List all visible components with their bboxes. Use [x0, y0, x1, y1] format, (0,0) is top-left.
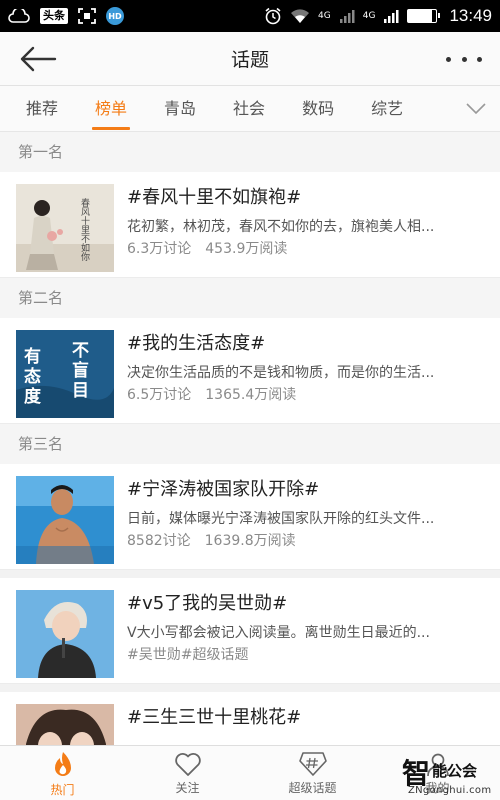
watermark-logo: 智 能公会 ZNgonghui.com: [402, 752, 494, 798]
svg-text:态: 态: [24, 366, 41, 387]
signal-icon-2: [384, 10, 399, 23]
svg-text:不: 不: [72, 341, 89, 361]
nav-follow[interactable]: 关注: [125, 746, 250, 800]
tab-variety[interactable]: 综艺: [371, 86, 403, 132]
section-divider: [0, 570, 500, 578]
hashtag-icon: [298, 752, 327, 776]
svg-text:有: 有: [24, 346, 41, 367]
topic-item-3[interactable]: #宁泽涛被国家队开除# 日前，媒体曝光宁泽涛被国家队开除的红头文件... 858…: [0, 464, 500, 570]
battery-icon: [407, 9, 441, 23]
wifi-icon: [291, 9, 310, 23]
battery-level: [408, 10, 433, 22]
tab-recommend[interactable]: 推荐: [26, 86, 58, 132]
news-app-badge: 头条: [40, 8, 68, 24]
nav-hot[interactable]: 热门: [0, 746, 125, 800]
rank-label-1: 第一名: [0, 132, 500, 172]
nav-super-topic[interactable]: 超级话题: [250, 746, 375, 800]
topic-tags-4: #吴世勋#超级话题: [127, 647, 249, 663]
thumb-calligraphy-1: 春风十里不如你: [79, 197, 90, 261]
topic-title-3: #宁泽涛被国家队开除#: [127, 479, 320, 500]
back-button[interactable]: [18, 45, 58, 73]
cloud-icon: [8, 9, 30, 23]
topic-title-2: #我的生活态度#: [127, 333, 266, 354]
discussion-count: 8582讨论: [127, 533, 191, 549]
topic-title-4: #v5了我的吴世勋#: [127, 593, 288, 614]
topic-title-5: #三生三世十里桃花#: [127, 707, 302, 728]
arrow-left-icon: [20, 46, 57, 72]
tab-society[interactable]: 社会: [233, 86, 265, 132]
category-tabs: 推荐 榜单 青岛 社会 数码 综艺: [0, 86, 500, 132]
tabs-expand-button[interactable]: [466, 100, 486, 115]
scan-icon: [78, 8, 96, 24]
flame-icon: [54, 752, 71, 776]
nav-hot-label: 热门: [50, 783, 75, 797]
network-type-2: 4G: [362, 11, 376, 21]
dot: [446, 56, 451, 62]
tab-qingdao[interactable]: 青岛: [164, 86, 196, 132]
topic-stats-3: 8582讨论 1639.8万阅读: [127, 530, 487, 552]
topic-thumbnail-2: 有 态 度 不 盲 目 有态度 不盲目: [16, 330, 114, 418]
discussion-count: 6.3万讨论: [127, 241, 192, 257]
topic-title-1: #春风十里不如旗袍#: [127, 187, 302, 208]
heart-icon: [174, 753, 201, 776]
dot: [461, 56, 467, 62]
discussion-count: 6.5万讨论: [127, 387, 192, 403]
nav-follow-label: 关注: [175, 781, 200, 795]
watermark-url: ZNgonghui.com: [408, 785, 492, 796]
topic-item-5[interactable]: #三生三世十里桃花#: [0, 692, 500, 745]
read-count: 453.9万阅读: [205, 241, 288, 257]
status-bar: 头条 HD 4G 4G 13:49: [0, 0, 500, 32]
signal-icon: [339, 10, 355, 23]
svg-text:度: 度: [24, 386, 42, 407]
title-bar: 话题: [0, 32, 500, 86]
rank-label-3: 第三名: [0, 424, 500, 464]
hd-icon: HD: [106, 7, 124, 25]
topic-thumbnail-5: [16, 704, 114, 745]
page-title: 话题: [230, 49, 269, 71]
alarm-icon: [265, 7, 281, 25]
tab-rankings[interactable]: 榜单: [92, 86, 131, 132]
network-type-1: 4G: [318, 11, 331, 21]
topic-stats-1: 6.3万讨论 453.9万阅读: [127, 238, 487, 260]
topic-desc-1: 花初繁，林初茂，春风不如你的去，旗袍美人相...: [127, 219, 435, 235]
screen: 头条 HD 4G 4G 13:49 话题 推荐 榜单 青岛 社会 数码 综艺 第…: [0, 0, 500, 800]
dot: [477, 56, 482, 62]
svg-text:盲: 盲: [72, 360, 89, 381]
topic-desc-4: V大小写都会被记入阅读量。离世勋生日最近的...: [127, 625, 430, 641]
topic-desc-2: 决定你生活品质的不是钱和物质，而是你的生活...: [127, 365, 435, 381]
topic-thumbnail-4: [16, 590, 114, 678]
nav-super-topic-label: 超级话题: [288, 781, 337, 795]
topic-item-4[interactable]: #v5了我的吴世勋# V大小写都会被记入阅读量。离世勋生日最近的... #吴世勋…: [0, 578, 500, 684]
topic-thumbnail-3: [16, 476, 114, 564]
topic-desc-3: 日前，媒体曝光宁泽涛被国家队开除的红头文件...: [127, 511, 435, 527]
topic-item-2[interactable]: 有 态 度 不 盲 目 有态度 不盲目 #我的生活态度# 决定你生活品质的不是钱…: [0, 318, 500, 424]
svg-text:目: 目: [72, 381, 89, 401]
clock-time: 13:49: [449, 6, 492, 25]
tab-digital[interactable]: 数码: [302, 86, 334, 132]
more-options-button[interactable]: [446, 44, 482, 74]
section-divider: [0, 684, 500, 692]
topic-item-1[interactable]: 春风十里不如你 #春风十里不如旗袍# 花初繁，林初茂，春风不如你的去，旗袍美人相…: [0, 172, 500, 278]
chevron-down-icon: [466, 103, 486, 115]
watermark-small: 能公会: [432, 762, 478, 780]
read-count: 1365.4万阅读: [205, 387, 297, 403]
read-count: 1639.8万阅读: [204, 533, 296, 549]
topic-ranking-list: 第一名 春风十里不如你 #春风十里不如旗袍# 花初繁，林初茂，春风不如你的去，旗…: [0, 132, 500, 745]
topic-thumbnail-1: 春风十里不如你: [16, 184, 114, 272]
rank-label-2: 第二名: [0, 278, 500, 318]
topic-stats-2: 6.5万讨论 1365.4万阅读: [127, 384, 487, 406]
